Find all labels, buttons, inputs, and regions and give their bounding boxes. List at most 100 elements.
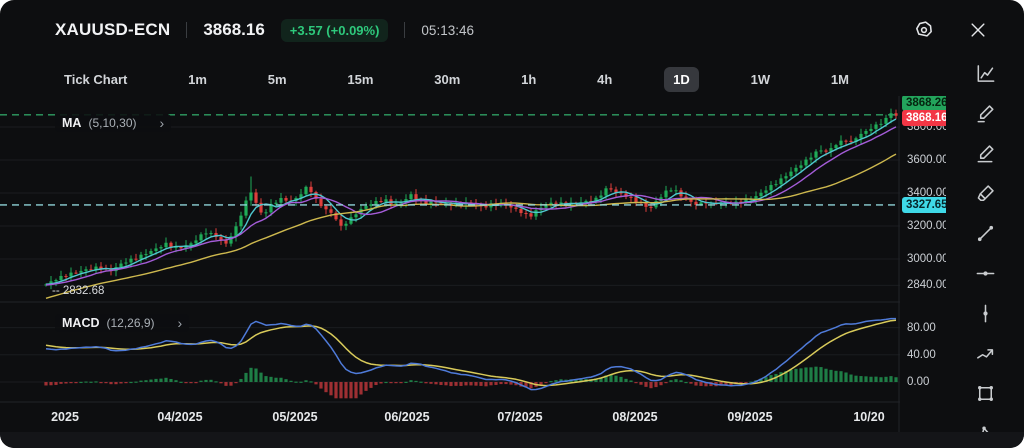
- candle: [824, 150, 827, 151]
- macd-histogram-bar: [299, 382, 302, 383]
- macd-histogram-bar: [334, 382, 337, 398]
- candle: [194, 240, 197, 243]
- candle: [54, 280, 57, 281]
- candle: [799, 165, 802, 167]
- candle: [764, 190, 767, 192]
- gear-icon[interactable]: [912, 18, 936, 42]
- candle: [164, 243, 167, 247]
- chevron-right-icon[interactable]: ›: [159, 118, 164, 128]
- timeframe-30m[interactable]: 30m: [425, 67, 469, 92]
- timeframe-1h[interactable]: 1h: [512, 67, 545, 92]
- macd-histogram-bar: [399, 382, 402, 383]
- macd-histogram-bar: [99, 382, 102, 383]
- candle: [414, 194, 417, 199]
- macd-histogram-bar: [649, 382, 652, 388]
- horizontal-scroll-track[interactable]: [0, 432, 1024, 448]
- pencil-edit-icon[interactable]: [973, 142, 997, 165]
- instrument-summary: XAUUSD-ECN 3868.16 +3.57 (+0.09%) 05:13:…: [55, 19, 474, 42]
- candle: [379, 201, 382, 202]
- candle: [874, 124, 877, 128]
- candle: [244, 201, 247, 216]
- candle: [239, 216, 242, 227]
- candle: [839, 141, 842, 145]
- macd-histogram-bar: [629, 380, 632, 382]
- eraser-icon[interactable]: [973, 182, 997, 205]
- candle: [59, 276, 62, 280]
- price-tick-label: 3200.00: [907, 220, 946, 232]
- candle: [354, 214, 357, 217]
- candle: [809, 158, 812, 160]
- macd-histogram-bar: [819, 367, 822, 382]
- macd-histogram-bar: [894, 377, 897, 382]
- chevron-right-icon[interactable]: ›: [178, 318, 183, 328]
- candle: [179, 247, 182, 248]
- candle: [284, 198, 287, 201]
- macd-histogram-bar: [224, 382, 227, 386]
- horizontal-line-icon[interactable]: [973, 262, 997, 285]
- ask-price-badge: 3868.26: [902, 96, 946, 111]
- candle: [794, 168, 797, 172]
- timeframe-1m[interactable]: 1M: [822, 67, 858, 92]
- candle: [834, 145, 837, 148]
- macd-histogram-bar: [279, 378, 282, 382]
- ma-indicator-label[interactable]: MA (5,10,30) ›: [55, 114, 171, 132]
- candle: [649, 207, 652, 208]
- macd-histogram-bar: [394, 382, 397, 383]
- macd-histogram-bar: [624, 379, 627, 382]
- macd-histogram-bar: [289, 381, 292, 382]
- macd-histogram-bar: [424, 382, 427, 383]
- macd-histogram-bar: [744, 382, 747, 383]
- timeframe-5m[interactable]: 5m: [259, 67, 296, 92]
- trend-line-icon[interactable]: [973, 222, 997, 245]
- close-icon[interactable]: [966, 18, 990, 42]
- price-tick-label: 3600.00: [907, 154, 946, 166]
- macd-histogram-bar: [459, 382, 462, 386]
- macd-histogram-bar: [799, 368, 802, 382]
- macd-histogram-bar: [49, 382, 52, 385]
- timeframe-bar: Tick Chart 1m 5m 15m 30m 1h 4h 1D 1W 1M: [0, 60, 900, 98]
- macd-histogram-bar: [494, 382, 497, 385]
- candle: [149, 251, 152, 254]
- level-price-badge: 3327.65: [902, 197, 946, 213]
- timeframe-1d[interactable]: 1D: [664, 67, 699, 92]
- macd-histogram-bar: [804, 367, 807, 382]
- macd-tick-label: 0.00: [907, 376, 929, 388]
- macd-histogram-bar: [699, 382, 702, 386]
- candle: [124, 263, 127, 264]
- chart-line-icon[interactable]: [973, 62, 997, 85]
- candle: [674, 190, 677, 191]
- macd-histogram-bar: [364, 382, 367, 391]
- pencil-draw-icon[interactable]: [973, 102, 997, 125]
- candle: [889, 113, 892, 118]
- candle: [804, 160, 807, 166]
- price-chart-canvas[interactable]: -- 2832.68202504/202505/202506/202507/20…: [0, 96, 900, 432]
- macd-histogram-bar: [654, 382, 657, 387]
- timeframe-1w[interactable]: 1W: [742, 67, 780, 92]
- macd-histogram-bar: [194, 382, 197, 383]
- macd-histogram-bar: [84, 381, 87, 382]
- macd-indicator-label[interactable]: MACD (12,26,9) ›: [55, 314, 189, 332]
- macd-histogram-bar: [499, 382, 502, 384]
- candle: [519, 209, 522, 213]
- macd-histogram-bar: [614, 376, 617, 382]
- candle: [514, 207, 517, 208]
- timeframe-1m[interactable]: 1m: [179, 67, 216, 92]
- candle: [774, 184, 777, 185]
- macd-histogram-bar: [839, 371, 842, 382]
- macd-histogram-bar: [324, 382, 327, 392]
- macd-histogram-bar: [859, 376, 862, 382]
- macd-histogram-bar: [269, 377, 272, 382]
- macd-histogram-bar: [119, 382, 122, 383]
- timeframe-15m[interactable]: 15m: [338, 67, 382, 92]
- rectangle-shape-icon[interactable]: [973, 382, 997, 405]
- candle: [254, 192, 257, 202]
- macd-histogram-bar: [664, 382, 667, 383]
- macd-histogram-bar: [464, 382, 467, 385]
- vertical-line-icon[interactable]: [973, 302, 997, 325]
- candle: [324, 206, 327, 209]
- price-axis[interactable]: 3800.003600.003400.003200.003000.002840.…: [900, 96, 946, 432]
- timeframe-tick-chart[interactable]: Tick Chart: [55, 67, 136, 92]
- macd-histogram-bar: [149, 380, 152, 382]
- arrow-wave-icon[interactable]: [973, 342, 997, 365]
- timeframe-4h[interactable]: 4h: [588, 67, 621, 92]
